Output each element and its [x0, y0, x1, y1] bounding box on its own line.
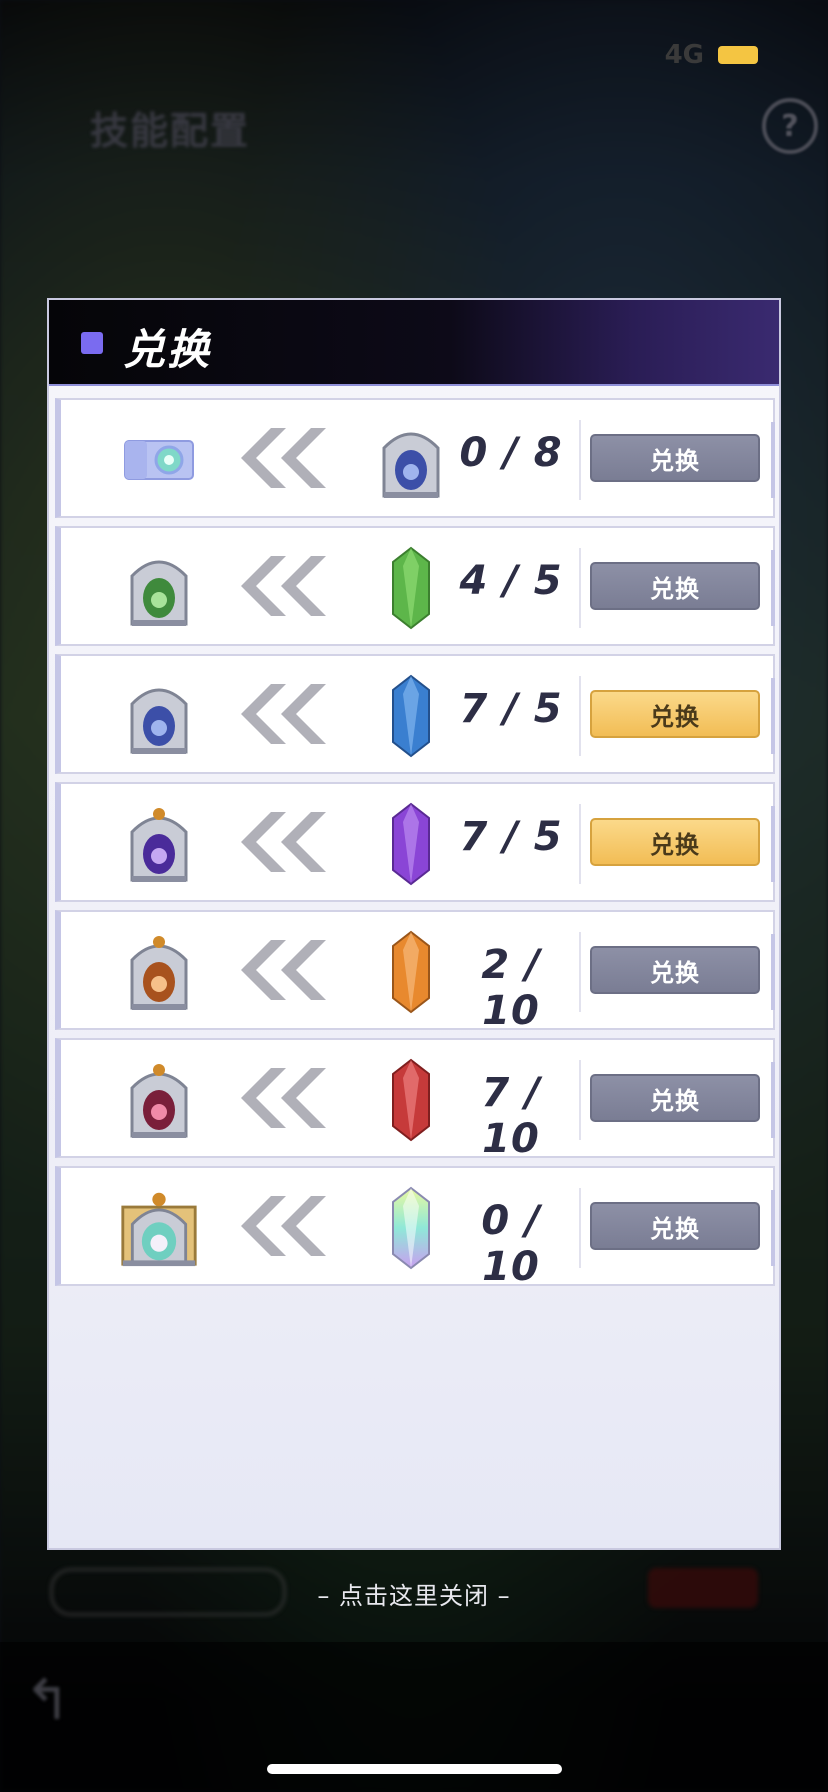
exchange-button[interactable]: 兑换 — [590, 1202, 760, 1250]
red-gate-icon — [119, 1060, 199, 1140]
exchange-count: 0 / 8 — [459, 430, 563, 476]
row-edge — [771, 678, 775, 754]
exchange-row: 4 / 5 兑换 — [55, 526, 775, 646]
double-arrow-left-icon — [241, 428, 326, 488]
exchange-button[interactable]: 兑换 — [590, 818, 760, 866]
blue-ticket-icon — [119, 420, 199, 500]
close-hint[interactable]: – 点击这里关闭 – — [0, 1576, 828, 1611]
double-arrow-left-icon — [241, 812, 326, 872]
blue-crystal-icon — [371, 674, 451, 758]
row-divider — [579, 676, 581, 756]
double-arrow-left-icon — [241, 556, 326, 616]
question-icon: ? — [762, 98, 818, 154]
exchange-dialog: 兑换 0 / 8 兑换 4 / 5 兑换 7 / 5 兑换 7 / 5 兑换 2… — [47, 298, 781, 1550]
orange-gate-icon — [119, 932, 199, 1012]
dialog-title: 兑换 — [123, 325, 212, 374]
row-divider — [579, 1060, 581, 1140]
home-indicator[interactable] — [267, 1764, 562, 1774]
double-arrow-left-icon — [241, 1068, 326, 1128]
exchange-button[interactable]: 兑换 — [590, 562, 760, 610]
exchange-row: 2 / 10 兑换 — [55, 910, 775, 1034]
row-divider — [579, 420, 581, 500]
green-gate-icon — [119, 548, 199, 628]
exchange-count: 7 / 5 — [459, 814, 563, 860]
row-edge — [771, 422, 775, 498]
exchange-row: 0 / 8 兑换 — [55, 398, 775, 518]
exchange-row: 7 / 10 兑换 — [55, 1038, 775, 1162]
purple-gate-icon — [119, 804, 199, 884]
row-divider — [579, 932, 581, 1012]
exchange-button[interactable]: 兑换 — [590, 1074, 760, 1122]
red-crystal-icon — [371, 1058, 451, 1142]
bottom-bar: ↰ — [0, 1642, 828, 1792]
rainbow-gate-icon — [119, 1188, 199, 1268]
row-divider — [579, 1188, 581, 1268]
row-edge — [771, 550, 775, 626]
exchange-button[interactable]: 兑换 — [590, 690, 760, 738]
background-title: 技能配置 — [90, 109, 251, 153]
double-arrow-left-icon — [241, 684, 326, 744]
exchange-count: 4 / 5 — [459, 558, 563, 604]
status-bar: 4G — [665, 40, 758, 70]
purple-crystal-icon — [371, 802, 451, 886]
row-divider — [579, 548, 581, 628]
exchange-button[interactable]: 兑换 — [590, 434, 760, 482]
row-edge — [771, 934, 775, 1010]
rainbow-crystal-icon — [371, 1186, 451, 1270]
green-crystal-icon — [371, 546, 451, 630]
exchange-row: 0 / 10 兑换 — [55, 1166, 775, 1290]
exchange-list: 0 / 8 兑换 4 / 5 兑换 7 / 5 兑换 7 / 5 兑换 2 / … — [55, 398, 775, 1294]
exchange-button[interactable]: 兑换 — [590, 946, 760, 994]
dialog-header: 兑换 — [49, 300, 779, 386]
row-edge — [771, 806, 775, 882]
exchange-row: 7 / 5 兑换 — [55, 782, 775, 902]
header-square-icon — [81, 332, 103, 354]
battery-icon — [718, 46, 758, 64]
blue-gate-icon — [371, 418, 451, 502]
row-edge — [771, 1062, 775, 1138]
row-divider — [579, 804, 581, 884]
back-arrow-icon: ↰ — [24, 1668, 71, 1733]
blue-gate-icon — [119, 676, 199, 756]
orange-crystal-icon — [371, 930, 451, 1014]
exchange-count: 2 / 10 — [481, 942, 541, 1034]
exchange-count: 7 / 10 — [481, 1070, 541, 1162]
exchange-count: 0 / 10 — [481, 1198, 541, 1290]
network-label: 4G — [664, 40, 704, 70]
double-arrow-left-icon — [241, 1196, 326, 1256]
exchange-count: 7 / 5 — [459, 686, 563, 732]
exchange-row: 7 / 5 兑换 — [55, 654, 775, 774]
row-edge — [771, 1190, 775, 1266]
double-arrow-left-icon — [241, 940, 326, 1000]
